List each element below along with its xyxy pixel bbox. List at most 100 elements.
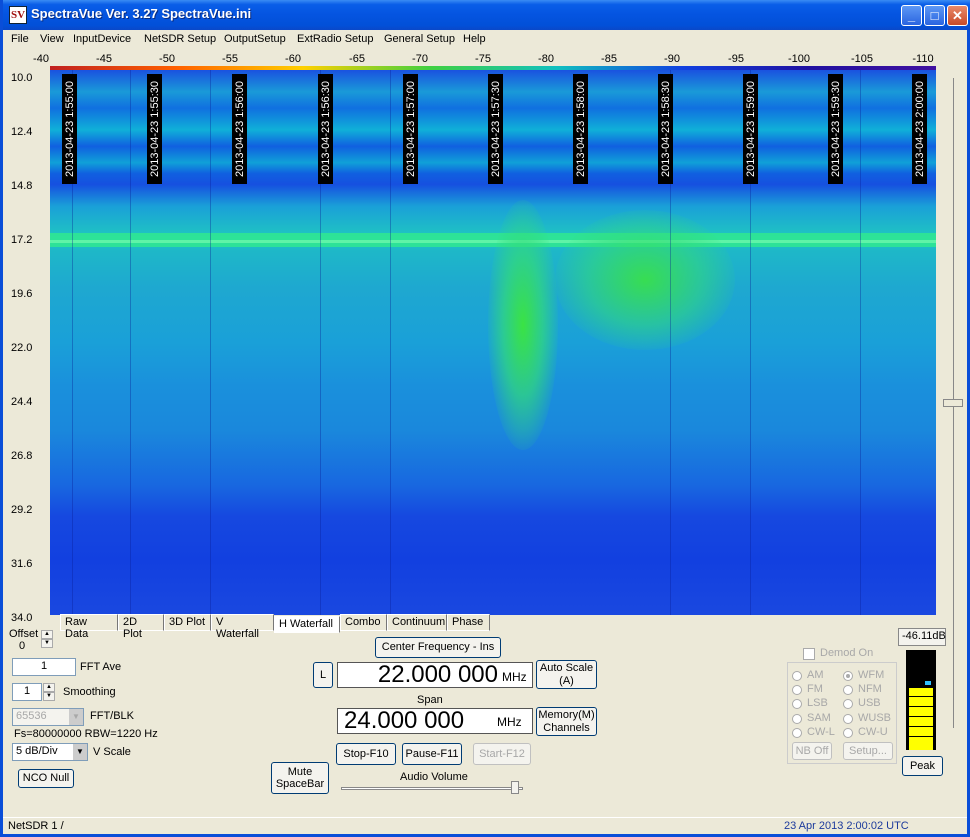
- l-button[interactable]: L: [313, 662, 333, 688]
- meter-tick: [909, 674, 933, 675]
- amplitude-scale: -40 -45 -50 -55 -60 -65 -70 -75 -80 -85 …: [3, 51, 967, 67]
- mode-nfm-radio[interactable]: [843, 685, 853, 695]
- y-tick: 29.2: [11, 504, 33, 516]
- memory-channels-button[interactable]: Memory(M) Channels: [536, 707, 597, 736]
- demod-setup-button[interactable]: Setup...: [843, 742, 893, 760]
- mode-lsb-radio[interactable]: [792, 699, 802, 709]
- x-tick: -60: [285, 53, 301, 65]
- center-frequency-button[interactable]: Center Frequency - Ins: [375, 637, 501, 658]
- meter-tick: [909, 664, 933, 665]
- span-label: Span: [417, 694, 443, 706]
- y-tick: 31.6: [11, 558, 33, 570]
- timestamp-marker: 2013-04-23 1:56:30: [318, 74, 333, 184]
- mode-cwu-radio[interactable]: [843, 728, 853, 738]
- y-tick: 24.4: [11, 396, 33, 408]
- signal-band: [50, 240, 936, 243]
- start-button[interactable]: Start-F12: [473, 743, 531, 765]
- mode-cwl-radio[interactable]: [792, 728, 802, 738]
- x-tick: -80: [538, 53, 554, 65]
- demod-mode-panel: AM FM LSB SAM CW-L WFM NFM USB WUSB CW-U…: [787, 662, 897, 764]
- reference-level-slider[interactable]: [943, 399, 963, 407]
- mode-sam-label: SAM: [807, 712, 831, 724]
- audio-volume-track[interactable]: [341, 787, 523, 790]
- meter-tick: [909, 696, 933, 697]
- tab-raw-data[interactable]: Raw Data: [60, 614, 118, 640]
- offset-spinner[interactable]: ▲ ▼: [41, 630, 53, 648]
- menu-general-setup[interactable]: General Setup: [384, 33, 455, 45]
- y-tick: 14.8: [11, 180, 33, 192]
- y-tick: 22.0: [11, 342, 33, 354]
- waterfall-display[interactable]: 2013-04-23 1:55:00 2013-04-23 1:55:30 20…: [50, 70, 936, 615]
- meter-tick: [909, 736, 933, 737]
- menu-extradio-setup[interactable]: ExtRadio Setup: [297, 33, 373, 45]
- x-tick: -70: [412, 53, 428, 65]
- nco-null-button[interactable]: NCO Null: [18, 769, 74, 788]
- app-icon[interactable]: SV: [9, 6, 27, 24]
- x-tick: -75: [475, 53, 491, 65]
- tab-2d-plot[interactable]: 2D Plot: [118, 614, 164, 640]
- title-bar[interactable]: SV SpectraVue Ver. 3.27 SpectraVue.ini _…: [3, 0, 970, 30]
- menu-file[interactable]: File: [11, 33, 29, 45]
- maximize-button[interactable]: □: [924, 5, 945, 26]
- x-tick: -50: [159, 53, 175, 65]
- pause-button[interactable]: Pause-F11: [402, 743, 462, 765]
- fft-blk-label: FFT/BLK: [90, 710, 135, 722]
- minimize-button[interactable]: _: [901, 5, 922, 26]
- noise-stripe: [130, 70, 131, 615]
- mode-wfm-radio[interactable]: [843, 671, 853, 681]
- tab-combo[interactable]: Combo: [340, 614, 387, 631]
- mode-wusb-label: WUSB: [858, 712, 891, 724]
- tab-continuum[interactable]: Continuum: [387, 614, 447, 631]
- auto-scale-button[interactable]: Auto Scale (A): [536, 660, 597, 689]
- fft-blk-select[interactable]: 65536 ▼: [12, 708, 84, 726]
- mode-nfm-label: NFM: [858, 683, 882, 695]
- menu-view[interactable]: View: [40, 33, 64, 45]
- x-tick: -40: [33, 53, 49, 65]
- menu-inputdevice[interactable]: InputDevice: [73, 33, 131, 45]
- smoothing-input[interactable]: 1: [12, 683, 42, 701]
- mode-fm-radio[interactable]: [792, 685, 802, 695]
- menu-help[interactable]: Help: [463, 33, 486, 45]
- mode-cwl-label: CW-L: [807, 726, 835, 738]
- demod-on-checkbox[interactable]: [803, 648, 815, 660]
- tab-phase[interactable]: Phase: [447, 614, 490, 631]
- fft-ave-input[interactable]: 1: [12, 658, 76, 676]
- meter-tick: [909, 716, 933, 717]
- menu-netsdr-setup[interactable]: NetSDR Setup: [144, 33, 216, 45]
- peak-button[interactable]: Peak: [902, 756, 943, 776]
- mode-wusb-radio[interactable]: [843, 714, 853, 724]
- timestamp-marker: 2013-04-23 1:58:00: [573, 74, 588, 184]
- audio-volume-slider[interactable]: [511, 781, 519, 794]
- chevron-down-icon: ▼: [69, 709, 83, 725]
- stop-button[interactable]: Stop-F10: [336, 743, 396, 765]
- mode-am-radio[interactable]: [792, 671, 802, 681]
- smoothing-spinner[interactable]: ▲ ▼: [43, 683, 55, 701]
- mode-sam-radio[interactable]: [792, 714, 802, 724]
- mode-usb-radio[interactable]: [843, 699, 853, 709]
- noise-stripe: [860, 70, 861, 615]
- nb-off-button[interactable]: NB Off: [792, 742, 832, 760]
- mute-button[interactable]: Mute SpaceBar: [271, 762, 329, 794]
- span-unit: MHz: [497, 715, 522, 729]
- meter-tick: [909, 706, 933, 707]
- offset-label: Offset: [9, 628, 39, 640]
- tab-3d-plot[interactable]: 3D Plot: [164, 614, 211, 631]
- timestamp-marker: 2013-04-23 1:55:30: [147, 74, 162, 184]
- chevron-down-icon: ▼: [73, 744, 87, 760]
- fft-ave-label: FFT Ave: [80, 661, 122, 673]
- menu-outputsetup[interactable]: OutputSetup: [224, 33, 286, 45]
- x-tick: -95: [728, 53, 744, 65]
- status-bar: NetSDR 1 / 23 Apr 2013 2:00:02 UTC: [3, 817, 967, 834]
- timestamp-marker: 2013-04-23 1:59:30: [828, 74, 843, 184]
- tab-v-waterfall[interactable]: V Waterfall: [211, 614, 274, 640]
- close-button[interactable]: ✕: [947, 5, 968, 26]
- smoothing-label: Smoothing: [63, 686, 116, 698]
- offset-value: 0: [19, 640, 26, 652]
- timestamp-marker: 2013-04-23 1:57:30: [488, 74, 503, 184]
- vscale-label: V Scale: [93, 746, 131, 758]
- timestamp-marker: 2013-04-23 1:59:00: [743, 74, 758, 184]
- timestamp-marker: 2013-04-23 1:57:00: [403, 74, 418, 184]
- tab-h-waterfall[interactable]: H Waterfall: [274, 616, 340, 633]
- vscale-select[interactable]: 5 dB/Div ▼: [12, 743, 88, 761]
- clock-status: 23 Apr 2013 2:00:02 UTC: [784, 820, 909, 832]
